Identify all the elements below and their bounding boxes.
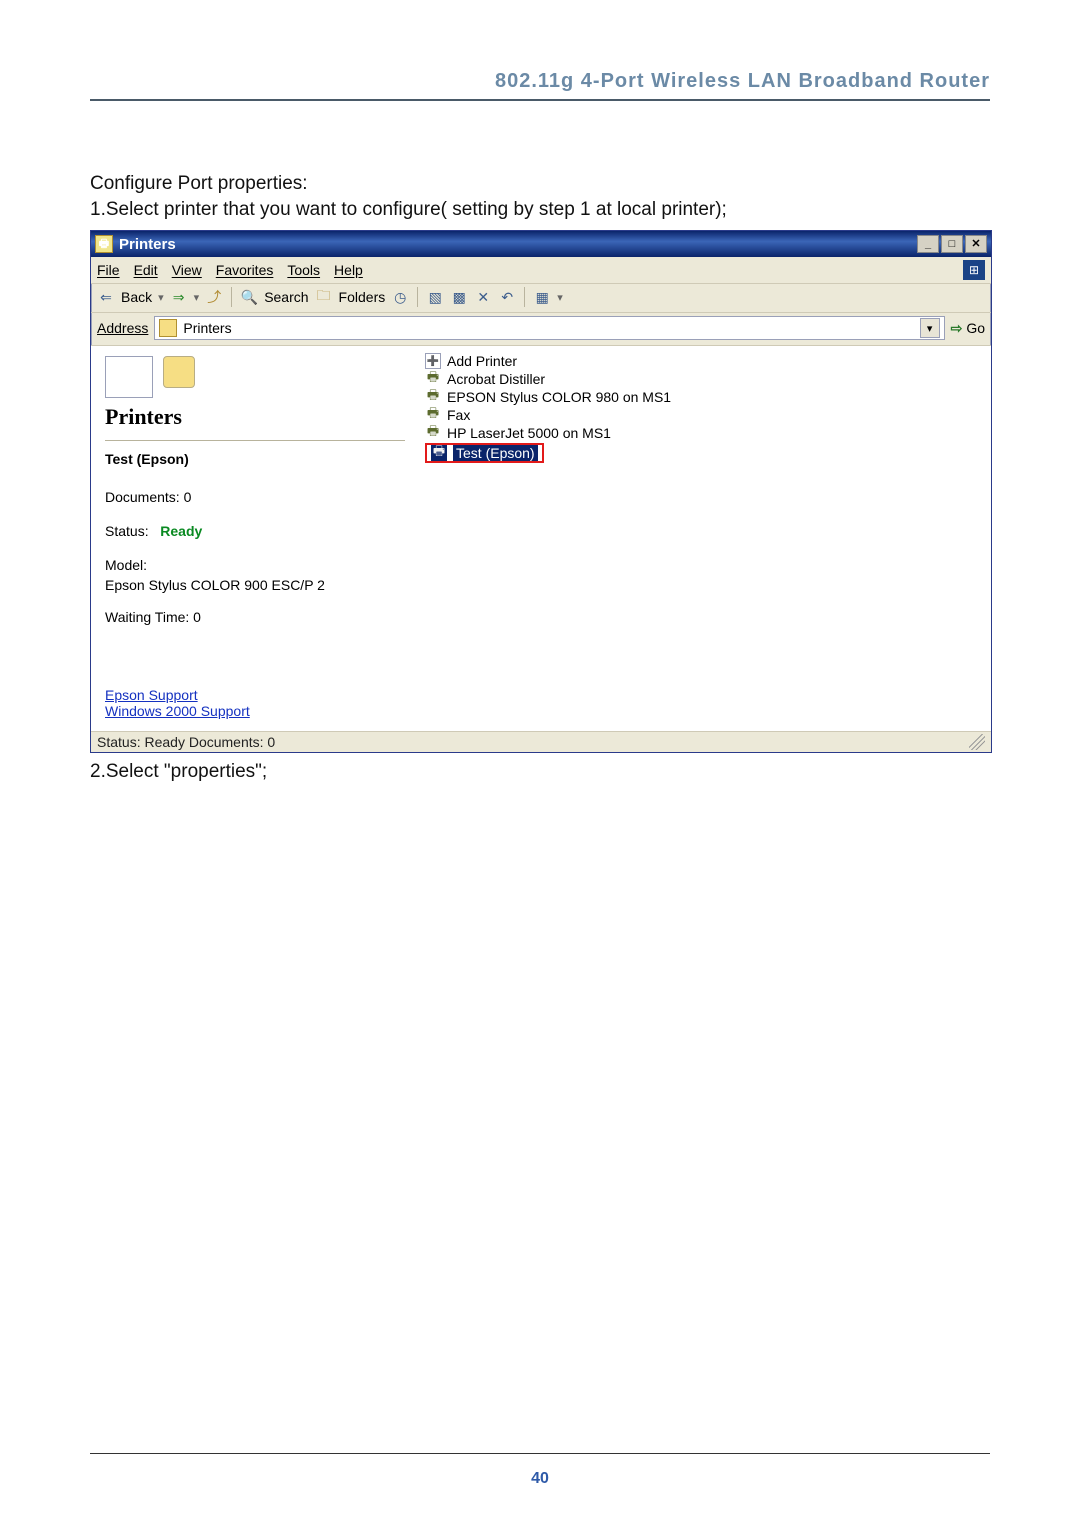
history-icon[interactable]: ◷ bbox=[391, 288, 409, 306]
address-value: Printers bbox=[183, 320, 231, 336]
step-intro-text: Configure Port properties: bbox=[90, 171, 990, 197]
menu-tools[interactable]: Tools bbox=[287, 262, 320, 278]
info-model-label: Model: bbox=[105, 557, 405, 573]
go-arrow-icon: ⇨ bbox=[951, 320, 963, 337]
preview-thumbnail bbox=[105, 356, 153, 398]
network-printer-icon: 🖶 bbox=[425, 425, 441, 441]
resize-grip-icon[interactable] bbox=[969, 734, 985, 750]
forward-dropdown-icon[interactable]: ▾ bbox=[194, 291, 200, 304]
network-printer-icon: 🖶 bbox=[425, 389, 441, 405]
item-label: Add Printer bbox=[447, 353, 517, 369]
menu-favorites[interactable]: Favorites bbox=[216, 262, 274, 278]
info-pane-title: Printers bbox=[105, 404, 405, 430]
menu-help[interactable]: Help bbox=[334, 262, 363, 278]
folders-button[interactable]: Folders bbox=[339, 289, 386, 305]
printers-large-icon bbox=[163, 356, 195, 388]
info-pane-header bbox=[105, 356, 405, 398]
delete-icon[interactable]: ✕ bbox=[474, 288, 492, 306]
printer-icon: 🖶 bbox=[425, 371, 441, 387]
toolbar-sep-3 bbox=[524, 287, 525, 307]
menu-file[interactable]: File bbox=[97, 262, 120, 278]
status-bar: Status: Ready Documents: 0 bbox=[91, 731, 991, 752]
printers-window: 🖶 Printers _ □ ✕ File Edit View Favorite… bbox=[90, 230, 992, 753]
item-test-epson[interactable]: 🖶 Test (Epson) bbox=[425, 442, 983, 464]
address-bar: Address Printers ▾ ⇨ Go bbox=[91, 313, 991, 346]
page-number: 40 bbox=[90, 1453, 990, 1488]
toolbar-sep-1 bbox=[231, 287, 232, 307]
selection-highlight: 🖶 Test (Epson) bbox=[425, 443, 544, 463]
info-model-value: Epson Stylus COLOR 900 ESC/P 2 bbox=[105, 577, 405, 593]
printer-icon: 🖶 bbox=[425, 407, 441, 423]
minimize-button[interactable]: _ bbox=[917, 235, 939, 253]
views-dropdown-icon[interactable]: ▾ bbox=[557, 291, 563, 304]
address-dropdown-icon[interactable]: ▾ bbox=[920, 318, 940, 338]
explorer-body: Printers Test (Epson) Documents: 0 Statu… bbox=[91, 346, 991, 731]
menu-bar: File Edit View Favorites Tools Help ⊞ bbox=[91, 257, 991, 284]
go-label: Go bbox=[966, 320, 985, 336]
window-title: Printers bbox=[119, 236, 917, 253]
info-selected-name: Test (Epson) bbox=[105, 451, 405, 467]
info-status-line: Status: Ready bbox=[105, 523, 405, 539]
info-pane: Printers Test (Epson) Documents: 0 Statu… bbox=[91, 346, 417, 731]
menu-view[interactable]: View bbox=[172, 262, 202, 278]
printers-folder-icon: 🖶 bbox=[95, 235, 113, 253]
go-button[interactable]: ⇨ Go bbox=[951, 320, 985, 337]
maximize-button[interactable]: □ bbox=[941, 235, 963, 253]
item-label: Fax bbox=[447, 407, 470, 423]
item-epson-stylus-980[interactable]: 🖶 EPSON Stylus COLOR 980 on MS1 bbox=[425, 388, 983, 406]
step1-text: 1.Select printer that you want to config… bbox=[90, 197, 990, 223]
item-acrobat-distiller[interactable]: 🖶 Acrobat Distiller bbox=[425, 370, 983, 388]
document-header: 802.11g 4-Port Wireless LAN Broadband Ro… bbox=[90, 70, 990, 99]
window-control-buttons: _ □ ✕ bbox=[917, 235, 987, 253]
forward-arrow-icon[interactable]: ⇒ bbox=[170, 288, 188, 306]
step2-text: 2.Select "properties"; bbox=[90, 759, 990, 785]
link-epson-support[interactable]: Epson Support bbox=[105, 687, 405, 703]
info-pane-divider bbox=[105, 440, 405, 441]
up-folder-icon[interactable]: ⤴ bbox=[205, 288, 223, 306]
item-hp-laserjet-5000[interactable]: 🖶 HP LaserJet 5000 on MS1 bbox=[425, 424, 983, 442]
header-rule bbox=[90, 99, 990, 101]
views-icon[interactable]: ▦ bbox=[533, 288, 551, 306]
move-to-icon[interactable]: ▧ bbox=[426, 288, 444, 306]
back-arrow-icon[interactable]: ⇐ bbox=[97, 288, 115, 306]
toolbar: ⇐ Back ▾ ⇒ ▾ ⤴ 🔍 Search 🗀 Folders ◷ ▧ ▩ … bbox=[91, 284, 991, 313]
item-label: Acrobat Distiller bbox=[447, 371, 545, 387]
info-status-label: Status: bbox=[105, 523, 149, 539]
add-printer-icon: ➕ bbox=[425, 353, 441, 369]
windows-brand-icon[interactable]: ⊞ bbox=[963, 260, 985, 280]
status-text: Status: Ready Documents: 0 bbox=[97, 734, 275, 750]
item-label: HP LaserJet 5000 on MS1 bbox=[447, 425, 611, 441]
folders-icon[interactable]: 🗀 bbox=[315, 288, 333, 306]
window-titlebar[interactable]: 🖶 Printers _ □ ✕ bbox=[91, 231, 991, 257]
item-fax[interactable]: 🖶 Fax bbox=[425, 406, 983, 424]
search-icon[interactable]: 🔍 bbox=[240, 288, 258, 306]
menu-edit[interactable]: Edit bbox=[134, 262, 158, 278]
link-windows-support[interactable]: Windows 2000 Support bbox=[105, 703, 405, 719]
info-documents: Documents: 0 bbox=[105, 489, 405, 505]
screenshot-container: 🖶 Printers _ □ ✕ File Edit View Favorite… bbox=[90, 230, 990, 753]
search-button[interactable]: Search bbox=[264, 289, 308, 305]
page-spacer bbox=[90, 785, 990, 1443]
back-button[interactable]: Back bbox=[121, 289, 152, 305]
address-field[interactable]: Printers ▾ bbox=[154, 316, 944, 340]
item-add-printer[interactable]: ➕ Add Printer bbox=[425, 352, 983, 370]
info-waiting: Waiting Time: 0 bbox=[105, 609, 405, 625]
toolbar-sep-2 bbox=[417, 287, 418, 307]
list-pane[interactable]: ➕ Add Printer 🖶 Acrobat Distiller 🖶 EPSO… bbox=[417, 346, 991, 731]
address-folder-icon bbox=[159, 319, 177, 337]
document-page: 802.11g 4-Port Wireless LAN Broadband Ro… bbox=[0, 0, 1080, 1528]
close-button[interactable]: ✕ bbox=[965, 235, 987, 253]
item-label: EPSON Stylus COLOR 980 on MS1 bbox=[447, 389, 671, 405]
undo-icon[interactable]: ↶ bbox=[498, 288, 516, 306]
copy-to-icon[interactable]: ▩ bbox=[450, 288, 468, 306]
info-status-value: Ready bbox=[160, 523, 202, 539]
back-dropdown-icon[interactable]: ▾ bbox=[158, 291, 164, 304]
address-label: Address bbox=[97, 320, 148, 336]
item-label: Test (Epson) bbox=[453, 445, 538, 461]
printer-icon: 🖶 bbox=[431, 445, 447, 461]
